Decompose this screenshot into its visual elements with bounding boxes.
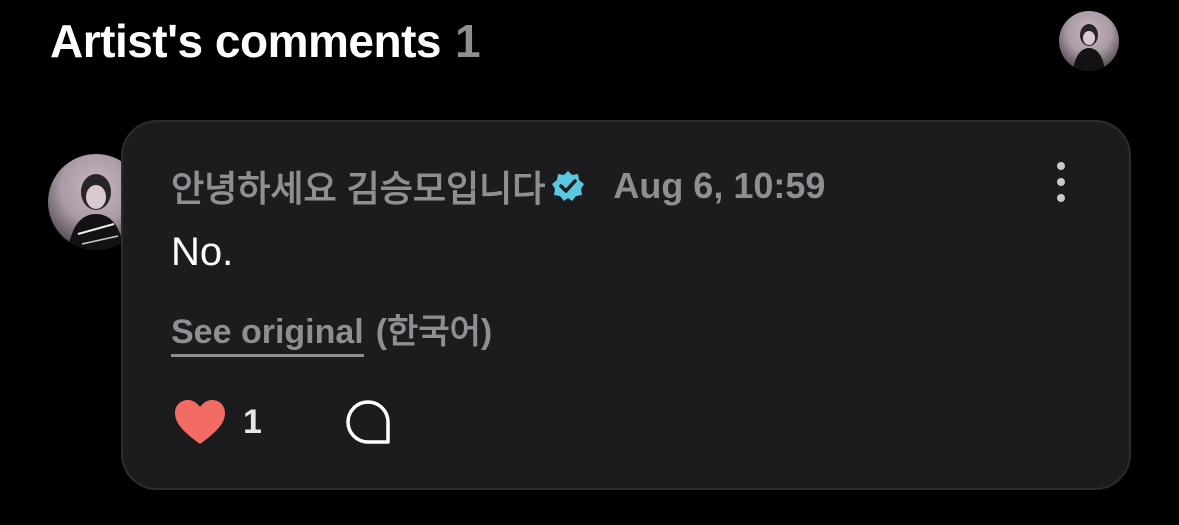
comment-timestamp: Aug 6, 10:59 xyxy=(613,165,826,206)
reply-button[interactable] xyxy=(344,398,392,446)
comment-text: No. xyxy=(171,230,234,274)
heart-icon xyxy=(175,400,225,444)
translation-row: See original (한국어) xyxy=(171,304,492,357)
commenter-name[interactable]: 안녕하세요 김승모입니다 xyxy=(171,160,545,212)
comment-card: 안녕하세요 김승모입니다 Aug 6, 10:59 No. See origin… xyxy=(121,120,1131,490)
like-button[interactable]: 1 xyxy=(173,398,262,446)
like-count: 1 xyxy=(243,402,262,441)
page-header: Artist's comments 1 xyxy=(50,14,481,68)
page-title: Artist's comments xyxy=(50,15,442,67)
verified-badge-icon xyxy=(552,171,585,201)
more-options-icon[interactable] xyxy=(1051,162,1071,202)
see-original-link[interactable]: See original xyxy=(171,313,364,357)
comment-actions: 1 xyxy=(173,398,392,446)
comment-meta: 안녕하세요 김승모입니다 Aug 6, 10:59 xyxy=(171,160,825,212)
person-avatar-icon xyxy=(1073,24,1105,71)
comment-count: 1 xyxy=(455,15,481,67)
original-language: (한국어) xyxy=(375,313,493,351)
reply-bubble-icon xyxy=(346,400,390,444)
header-avatar[interactable] xyxy=(1059,11,1119,71)
